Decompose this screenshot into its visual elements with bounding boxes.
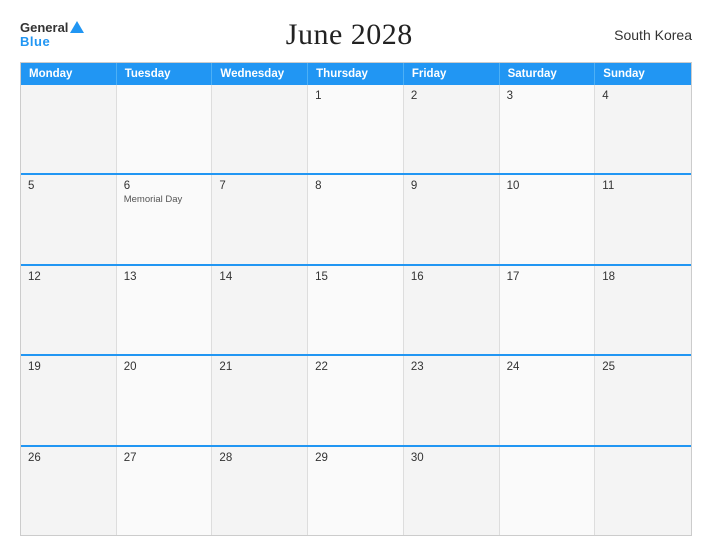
cal-cell: 26 xyxy=(21,447,117,535)
cal-date: 29 xyxy=(315,452,396,464)
cal-date: 7 xyxy=(219,180,300,192)
cal-date: 12 xyxy=(28,271,109,283)
header-cell-friday: Friday xyxy=(404,63,500,85)
cal-cell: 11 xyxy=(595,175,691,263)
calendar: MondayTuesdayWednesdayThursdayFridaySatu… xyxy=(20,62,692,536)
header: General Blue June 2028 South Korea xyxy=(20,18,692,52)
cal-cell: 20 xyxy=(117,356,213,444)
cal-cell: 13 xyxy=(117,266,213,354)
cal-cell: 28 xyxy=(212,447,308,535)
cal-cell: 30 xyxy=(404,447,500,535)
logo-general-text: General xyxy=(20,21,68,35)
cal-date: 20 xyxy=(124,361,205,373)
cal-date: 22 xyxy=(315,361,396,373)
cal-cell: 19 xyxy=(21,356,117,444)
cal-cell: 12 xyxy=(21,266,117,354)
cal-cell: 3 xyxy=(500,85,596,173)
cal-date: 14 xyxy=(219,271,300,283)
cal-date: 9 xyxy=(411,180,492,192)
cal-date: 10 xyxy=(507,180,588,192)
header-cell-monday: Monday xyxy=(21,63,117,85)
cal-date: 11 xyxy=(602,180,684,192)
cal-date: 4 xyxy=(602,90,684,102)
cal-cell: 10 xyxy=(500,175,596,263)
cal-date: 15 xyxy=(315,271,396,283)
week-row-3: 12 13 14 15 16 17 18 xyxy=(21,264,691,354)
cal-cell: 25 xyxy=(595,356,691,444)
header-cell-tuesday: Tuesday xyxy=(117,63,213,85)
cal-date: 18 xyxy=(602,271,684,283)
cal-date: 19 xyxy=(28,361,109,373)
cal-cell: 16 xyxy=(404,266,500,354)
cal-date: 23 xyxy=(411,361,492,373)
cal-cell: 14 xyxy=(212,266,308,354)
cal-cell: 27 xyxy=(117,447,213,535)
cal-cell xyxy=(500,447,596,535)
cal-date: 8 xyxy=(315,180,396,192)
cal-cell xyxy=(595,447,691,535)
week-row-2: 5 6 Memorial Day 7 8 9 10 11 xyxy=(21,173,691,263)
cal-date: 3 xyxy=(507,90,588,102)
cal-date: 5 xyxy=(28,180,109,192)
cal-date: 17 xyxy=(507,271,588,283)
cal-cell: 8 xyxy=(308,175,404,263)
cal-date: 16 xyxy=(411,271,492,283)
country-label: South Korea xyxy=(614,27,692,43)
cal-cell: 18 xyxy=(595,266,691,354)
cal-cell: 6 Memorial Day xyxy=(117,175,213,263)
calendar-page: General Blue June 2028 South Korea Monda… xyxy=(0,0,712,550)
cal-cell: 24 xyxy=(500,356,596,444)
header-cell-thursday: Thursday xyxy=(308,63,404,85)
logo-blue-text: Blue xyxy=(20,35,84,49)
header-cell-wednesday: Wednesday xyxy=(212,63,308,85)
cal-cell xyxy=(21,85,117,173)
calendar-title: June 2028 xyxy=(286,18,413,52)
cal-cell xyxy=(117,85,213,173)
week-row-1: 1 2 3 4 xyxy=(21,85,691,173)
cal-date: 28 xyxy=(219,452,300,464)
week-row-4: 19 20 21 22 23 24 25 xyxy=(21,354,691,444)
logo: General Blue xyxy=(20,21,84,50)
cal-cell: 9 xyxy=(404,175,500,263)
week-row-5: 26 27 28 29 30 xyxy=(21,445,691,535)
cal-cell xyxy=(212,85,308,173)
cal-cell: 15 xyxy=(308,266,404,354)
logo-triangle-icon xyxy=(70,21,84,33)
cal-cell: 17 xyxy=(500,266,596,354)
cal-cell: 21 xyxy=(212,356,308,444)
cal-date: 21 xyxy=(219,361,300,373)
calendar-header-row: MondayTuesdayWednesdayThursdayFridaySatu… xyxy=(21,63,691,85)
cal-date: 1 xyxy=(315,90,396,102)
cal-date: 25 xyxy=(602,361,684,373)
cal-date: 13 xyxy=(124,271,205,283)
cal-date: 24 xyxy=(507,361,588,373)
cal-cell: 4 xyxy=(595,85,691,173)
cal-event: Memorial Day xyxy=(124,194,205,205)
cal-date: 27 xyxy=(124,452,205,464)
cal-date: 6 xyxy=(124,180,205,192)
cal-date: 26 xyxy=(28,452,109,464)
cal-date: 30 xyxy=(411,452,492,464)
cal-cell: 29 xyxy=(308,447,404,535)
cal-date: 2 xyxy=(411,90,492,102)
cal-cell: 7 xyxy=(212,175,308,263)
cal-cell: 2 xyxy=(404,85,500,173)
header-cell-sunday: Sunday xyxy=(595,63,691,85)
logo-general: General xyxy=(20,21,84,35)
cal-cell: 1 xyxy=(308,85,404,173)
cal-cell: 22 xyxy=(308,356,404,444)
cal-cell: 23 xyxy=(404,356,500,444)
cal-cell: 5 xyxy=(21,175,117,263)
calendar-body: 123456Memorial Day7891011121314151617181… xyxy=(21,85,691,535)
header-cell-saturday: Saturday xyxy=(500,63,596,85)
